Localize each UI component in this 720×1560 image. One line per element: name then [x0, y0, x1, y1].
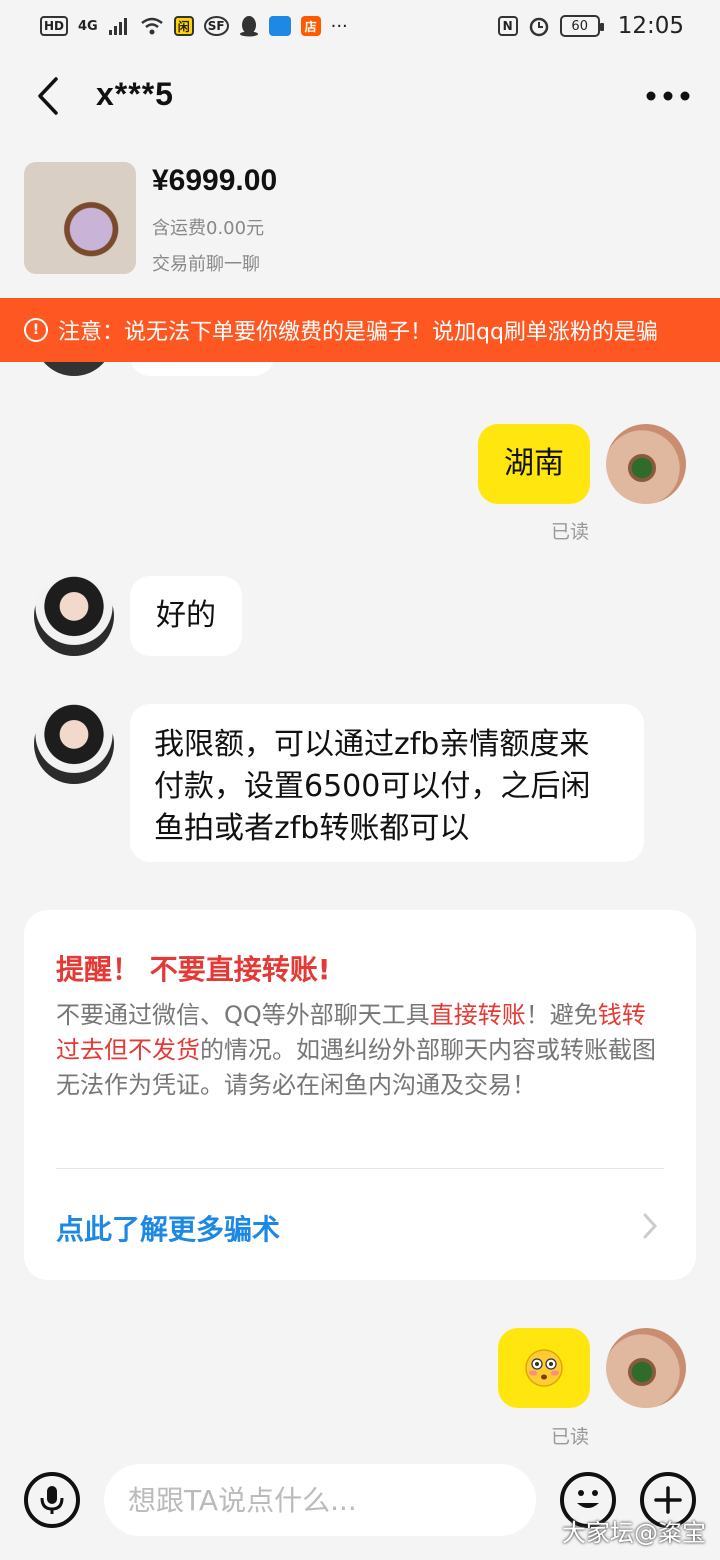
- divider: [56, 1168, 664, 1169]
- message-line: 付款，设置6500可以付，之后闲: [154, 769, 591, 804]
- exclamation-icon: !: [24, 318, 48, 342]
- microphone-icon: [40, 1486, 64, 1514]
- chevron-right-icon[interactable]: [640, 1212, 660, 1240]
- back-button[interactable]: [28, 74, 68, 118]
- app-icon: [268, 16, 291, 36]
- reminder-text: ！避免: [525, 1001, 598, 1029]
- chevron-left-icon: [38, 77, 58, 115]
- nfc-icon: N: [497, 16, 518, 36]
- contact-avatar[interactable]: [34, 576, 114, 656]
- message-bubble-received[interactable]: 我限额，可以通过zfb亲情额度来 付款，设置6500可以付，之后闲 鱼拍或者zf…: [130, 704, 644, 862]
- shop-app-icon: 店: [300, 16, 321, 36]
- message-line: 我限额，可以通过zfb亲情额度来: [154, 727, 590, 762]
- more-notifications-icon: ···: [330, 15, 348, 37]
- scam-warning-banner: ! 注意：说无法下单要你缴费的是骗子！说加qq刷单涨粉的是骗: [0, 298, 720, 362]
- my-avatar[interactable]: [606, 1328, 686, 1408]
- reminder-title: 提醒！ 不要直接转账!: [56, 953, 331, 986]
- product-price: ¥6999.00: [152, 164, 278, 197]
- my-avatar[interactable]: [606, 424, 686, 504]
- sf-app-icon: SF: [203, 16, 229, 36]
- battery-icon: 60: [559, 15, 604, 37]
- read-status: 已读: [551, 1426, 590, 1448]
- status-bar: HD 4G 闲 SF 店 ··· N 60 12:05: [0, 0, 720, 52]
- voice-button[interactable]: [24, 1472, 80, 1528]
- message-bubble-received[interactable]: 好的: [130, 576, 242, 656]
- plus-icon: [654, 1486, 682, 1514]
- xianyu-app-icon: 闲: [173, 16, 194, 36]
- reminder-text: 不要通过微信、QQ等外部聊天工具: [56, 1001, 430, 1029]
- message-line: 鱼拍或者zfb转账都可以: [154, 811, 470, 846]
- learn-more-scams-link[interactable]: 点此了解更多骗术: [56, 1208, 280, 1248]
- message-text: 湖南: [504, 446, 564, 481]
- message-bubble-sent[interactable]: [498, 1328, 590, 1408]
- safety-reminder-card: 提醒！ 不要直接转账! 不要通过微信、QQ等外部聊天工具直接转账！避免钱转过去但…: [24, 910, 696, 1280]
- chat-title: x***5: [96, 76, 174, 112]
- status-right: N 60 12:05: [497, 13, 684, 39]
- product-shipping: 含运费0.00元: [152, 218, 265, 239]
- hd-icon: HD: [40, 16, 69, 36]
- wifi-icon: [140, 17, 163, 35]
- message-text: 好的: [156, 598, 216, 633]
- qq-icon: [239, 16, 258, 37]
- alarm-icon: [529, 17, 548, 37]
- chat-header: x***5: [0, 60, 720, 132]
- read-status: 已读: [551, 521, 590, 543]
- status-left: HD 4G 闲 SF 店 ···: [40, 15, 348, 37]
- message-bubble-sent[interactable]: 湖南: [478, 424, 590, 504]
- signal-icon: [108, 18, 127, 35]
- more-dots-icon: [646, 91, 690, 101]
- contact-avatar[interactable]: [34, 704, 114, 784]
- flushed-face-emoji-icon: [525, 1349, 563, 1387]
- reminder-highlight: 直接转账: [429, 1001, 526, 1029]
- product-hint: 交易前聊一聊: [152, 254, 260, 275]
- reminder-body: 不要通过微信、QQ等外部聊天工具直接转账！避免钱转过去但不发货的情况。如遇纠纷外…: [56, 998, 668, 1103]
- more-options-button[interactable]: [646, 78, 690, 114]
- product-card[interactable]: ¥6999.00 含运费0.00元 交易前聊一聊: [0, 150, 720, 290]
- product-image[interactable]: [24, 162, 136, 274]
- message-input[interactable]: [104, 1464, 536, 1536]
- scam-warning-text: 注意：说无法下单要你缴费的是骗子！说加qq刷单涨粉的是骗: [58, 320, 658, 345]
- watermark: 大家坛@粢宝: [562, 1519, 706, 1547]
- network-type: 4G: [78, 18, 98, 34]
- status-time: 12:05: [617, 13, 684, 39]
